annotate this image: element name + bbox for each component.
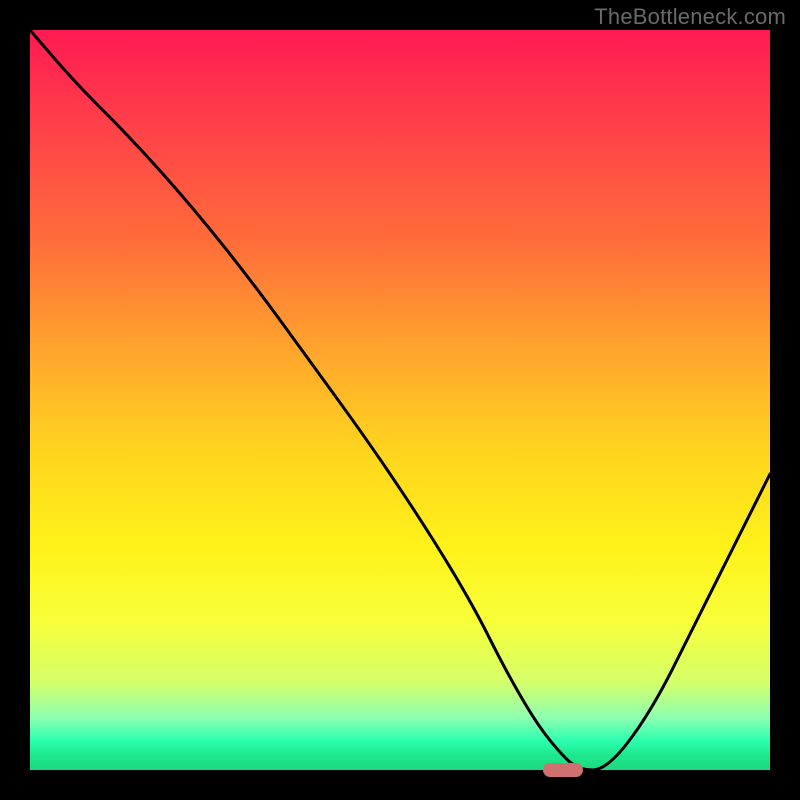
watermark-text: TheBottleneck.com bbox=[594, 4, 786, 30]
target-marker bbox=[543, 763, 583, 778]
chart-frame: TheBottleneck.com bbox=[0, 0, 800, 800]
bottleneck-curve bbox=[30, 30, 770, 770]
